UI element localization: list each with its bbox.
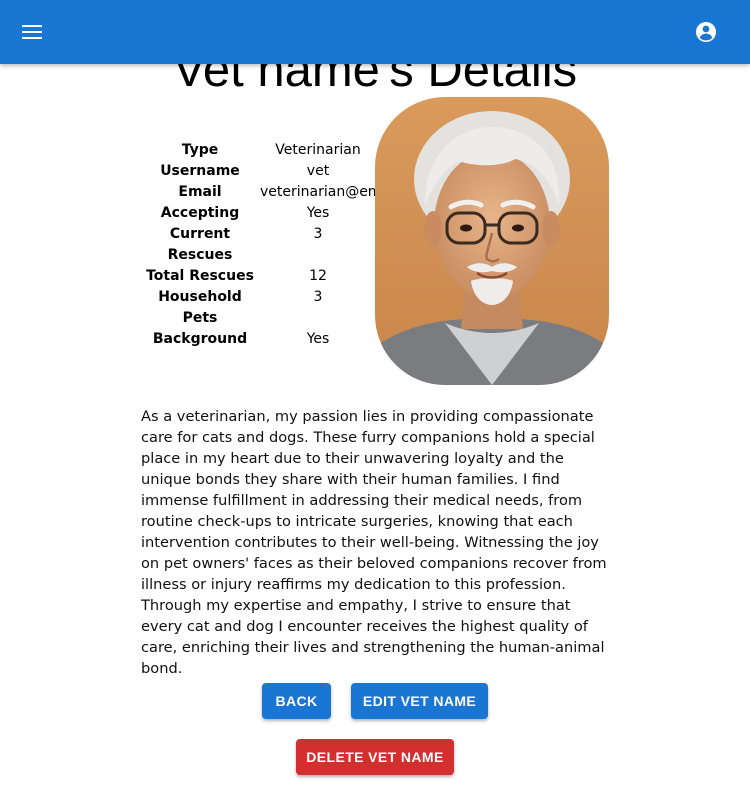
detail-label: Household Pets	[158, 289, 242, 326]
detail-label: Type	[181, 142, 219, 158]
detail-label: Background Check	[152, 331, 248, 347]
edit-vet-button[interactable]: EDIT VET NAME	[351, 683, 488, 719]
vet-details-table: Type Veterinarian Username vet Email veterina…	[140, 140, 376, 350]
detail-row: Username vet	[140, 161, 376, 182]
detail-label: Total Rescues	[146, 268, 254, 284]
app-bar	[0, 0, 750, 64]
detail-value: vet	[306, 163, 330, 179]
hamburger-menu-icon	[22, 25, 42, 39]
detail-label: Current Rescues	[167, 226, 233, 263]
detail-value: 3	[313, 226, 323, 242]
detail-row: Background Check Yes	[140, 329, 376, 350]
detail-value: Yes	[306, 331, 330, 347]
vet-photo	[375, 97, 609, 385]
detail-row: Type Veterinarian	[140, 140, 376, 161]
detail-label: Accepting	[160, 205, 240, 221]
detail-row: Total Rescues 12	[140, 266, 376, 287]
detail-value: 12	[309, 268, 327, 284]
detail-row: Accepting Yes	[140, 203, 376, 224]
detail-value: Veterinarian	[275, 142, 361, 158]
menu-button[interactable]	[16, 16, 48, 48]
vet-bio: As a veterinarian, my passion lies in pr…	[141, 408, 607, 677]
account-circle-icon	[696, 22, 716, 42]
detail-value: veterinarian@em	[260, 184, 376, 200]
detail-value: Yes	[306, 205, 330, 221]
delete-vet-button[interactable]: DELETE VET NAME	[296, 739, 454, 775]
detail-row: Current Rescues 3	[140, 224, 376, 266]
account-button[interactable]	[690, 16, 722, 48]
detail-row: Email veterinarian@em	[140, 182, 376, 203]
detail-label: Username	[160, 163, 240, 179]
back-button[interactable]: BACK	[262, 683, 331, 719]
detail-label: Email	[178, 184, 222, 200]
detail-row: Household Pets 3	[140, 287, 376, 329]
detail-value: 3	[313, 289, 323, 305]
